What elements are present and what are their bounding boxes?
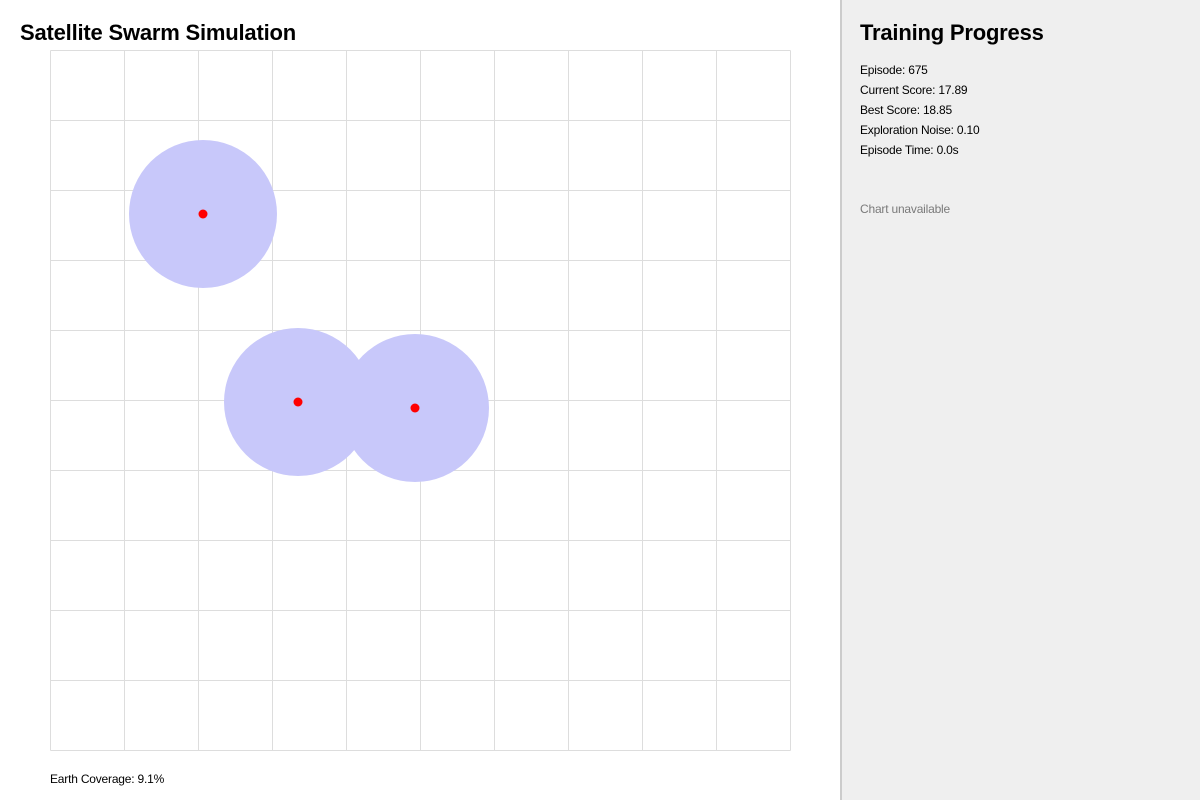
- simulation-title: Satellite Swarm Simulation: [20, 20, 296, 45]
- episode-stat: Episode: 675: [860, 63, 928, 77]
- training-progress-title: Training Progress: [860, 20, 1044, 45]
- satellite-marker: [293, 397, 303, 407]
- satellite-marker: [198, 209, 208, 219]
- best-score-stat: Best Score: 18.85: [860, 103, 952, 117]
- coverage-layer: [129, 140, 489, 482]
- episode-time-stat: Episode Time: 0.0s: [860, 143, 959, 157]
- training-panel: Training Progress Episode: 675 Current S…: [840, 0, 1200, 800]
- satellite-marker: [410, 403, 420, 413]
- simulation-canvas: [50, 50, 791, 751]
- current-score-stat: Current Score: 17.89: [860, 83, 968, 97]
- earth-coverage-label: Earth Coverage: 9.1%: [50, 772, 165, 786]
- chart-status-message: Chart unavailable: [860, 202, 950, 216]
- exploration-noise-stat: Exploration Noise: 0.10: [860, 123, 980, 137]
- simulation-pane: Satellite Swarm Simulation Earth Coverag…: [0, 0, 840, 800]
- training-stats: Episode: 675 Current Score: 17.89 Best S…: [860, 62, 980, 162]
